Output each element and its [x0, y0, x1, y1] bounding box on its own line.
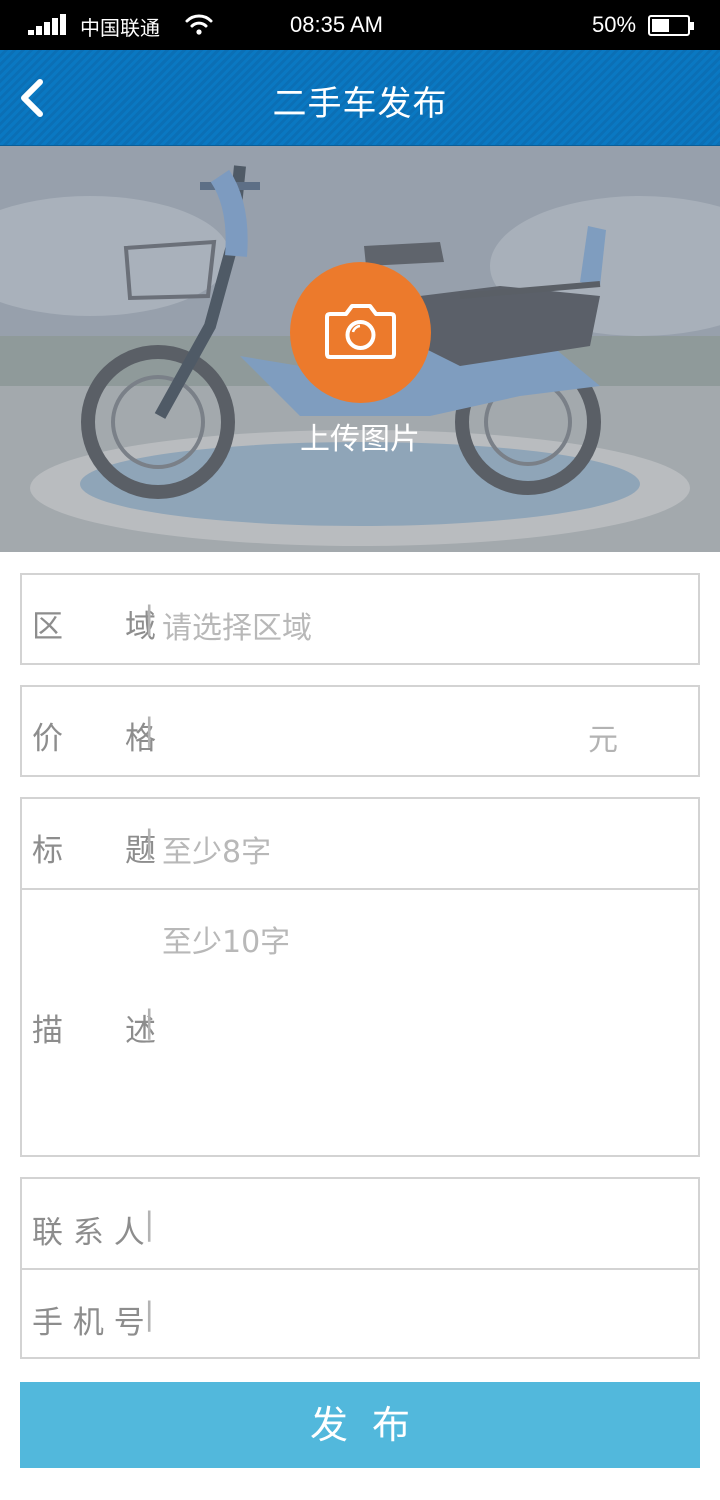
price-label: 价 格 — [32, 721, 156, 757]
carrier-name: 中国联通 — [80, 16, 160, 40]
contact-input[interactable] — [162, 1207, 682, 1243]
phone-separator: | — [144, 1296, 155, 1332]
upload-photo-button[interactable] — [290, 262, 431, 403]
phone-label: 手 机 号 — [32, 1305, 145, 1341]
region-select[interactable]: 请选择区域 — [162, 603, 312, 647]
contact-group: 联 系 人 | 手 机 号 | — [20, 1177, 700, 1359]
phone-input[interactable] — [162, 1297, 682, 1333]
title-label: 标 题 — [32, 833, 156, 869]
photo-upload-area[interactable]: 上传图片 — [0, 146, 720, 552]
region-label: 区 域 — [32, 609, 156, 645]
page-title: 二手车发布 — [272, 84, 448, 124]
battery-level — [652, 19, 669, 32]
title-separator: | — [144, 824, 155, 860]
price-input[interactable] — [162, 715, 562, 751]
title-divider — [22, 888, 698, 890]
price-field[interactable]: 价 格 | 元 — [20, 685, 700, 777]
title-input[interactable]: 至少8字 — [162, 827, 271, 871]
contact-divider — [22, 1268, 698, 1270]
region-field[interactable]: 区 域 | 请选择区域 — [20, 573, 700, 665]
clock: 08:35 AM — [290, 12, 383, 37]
navigation-bar: 二手车发布 — [0, 50, 720, 146]
upload-photo-label: 上传图片 — [300, 422, 420, 457]
description-separator: | — [144, 1004, 155, 1040]
region-separator: | — [144, 600, 155, 636]
contact-label: 联 系 人 — [32, 1215, 145, 1251]
title-description-group: 标 题 | 至少8字 至少10字 描 述 | — [20, 797, 700, 1157]
price-separator: | — [144, 712, 155, 748]
price-unit: 元 — [588, 723, 618, 758]
battery-percent: 50% — [592, 12, 637, 37]
status-bar: 中国联通 08:35 AM 50% — [0, 0, 720, 50]
contact-separator: | — [144, 1206, 155, 1242]
description-input[interactable]: 至少10字 — [162, 917, 290, 961]
signal-icon — [28, 14, 68, 35]
battery-icon — [648, 15, 694, 36]
description-label: 描 述 — [32, 1013, 156, 1049]
camera-icon — [325, 304, 396, 359]
wifi-icon — [185, 14, 213, 35]
publish-button[interactable]: 发布 — [20, 1382, 700, 1468]
